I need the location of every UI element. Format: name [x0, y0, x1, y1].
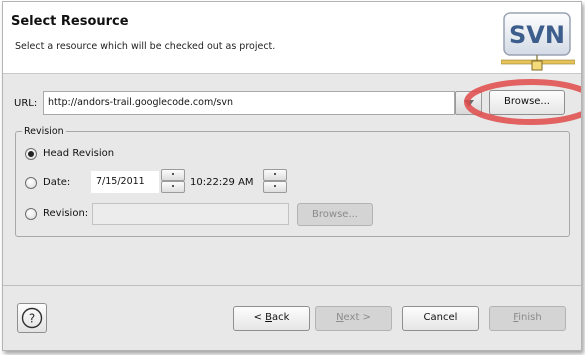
time-spinner[interactable]: [263, 169, 287, 193]
dialog-header: Select Resource Select a resource which …: [3, 2, 581, 74]
svg-text:?: ?: [29, 312, 35, 326]
next-button-suffix: ext >: [343, 312, 371, 323]
date-spinner-down[interactable]: [161, 181, 185, 193]
time-field[interactable]: 10:22:29 AM: [190, 177, 254, 188]
page-subtitle: Select a resource which will be checked …: [15, 41, 276, 52]
url-input[interactable]: http://andors-trail.googlecode.com/svn: [43, 91, 455, 115]
revision-number-field[interactable]: [92, 203, 289, 225]
time-spinner-down[interactable]: [263, 181, 287, 193]
radio-selected-dot: [28, 151, 34, 157]
next-button-mnemonic: N: [336, 312, 344, 323]
date-spinner[interactable]: [161, 169, 185, 193]
date-radio[interactable]: [25, 177, 37, 189]
back-button-prefix: <: [253, 312, 266, 323]
date-field[interactable]: 7/15/2011: [91, 171, 159, 193]
head-revision-label: Head Revision: [43, 148, 115, 159]
url-label: URL:: [14, 98, 38, 109]
page-title: Select Resource: [11, 14, 129, 29]
revision-label: Revision:: [43, 208, 89, 219]
date-spinner-up[interactable]: [161, 169, 185, 181]
svn-logo-text: SVN: [509, 21, 565, 49]
select-resource-dialog: Select Resource Select a resource which …: [2, 1, 582, 351]
help-button[interactable]: ?: [17, 303, 47, 333]
svn-logo: SVN: [501, 12, 575, 71]
finish-button[interactable]: Finish: [489, 306, 566, 331]
finish-button-suffix: inish: [518, 312, 542, 323]
revision-radio[interactable]: [25, 208, 37, 220]
revision-group-label: Revision: [22, 126, 66, 137]
time-spinner-up[interactable]: [263, 169, 287, 181]
url-browse-button[interactable]: Browse...: [489, 90, 565, 115]
next-button[interactable]: Next >: [315, 306, 392, 331]
head-revision-radio[interactable]: [25, 148, 37, 160]
chevron-down-icon: [464, 100, 474, 107]
date-label: Date:: [43, 177, 71, 188]
back-button-suffix: ack: [272, 312, 290, 323]
back-button-mnemonic: B: [265, 312, 272, 323]
url-dropdown-button[interactable]: [455, 91, 482, 115]
footer-separator: [3, 285, 581, 286]
help-icon: ?: [21, 307, 43, 329]
back-button[interactable]: < Back: [233, 306, 310, 331]
cancel-button[interactable]: Cancel: [402, 306, 479, 331]
revision-browse-button[interactable]: Browse...: [297, 203, 373, 226]
